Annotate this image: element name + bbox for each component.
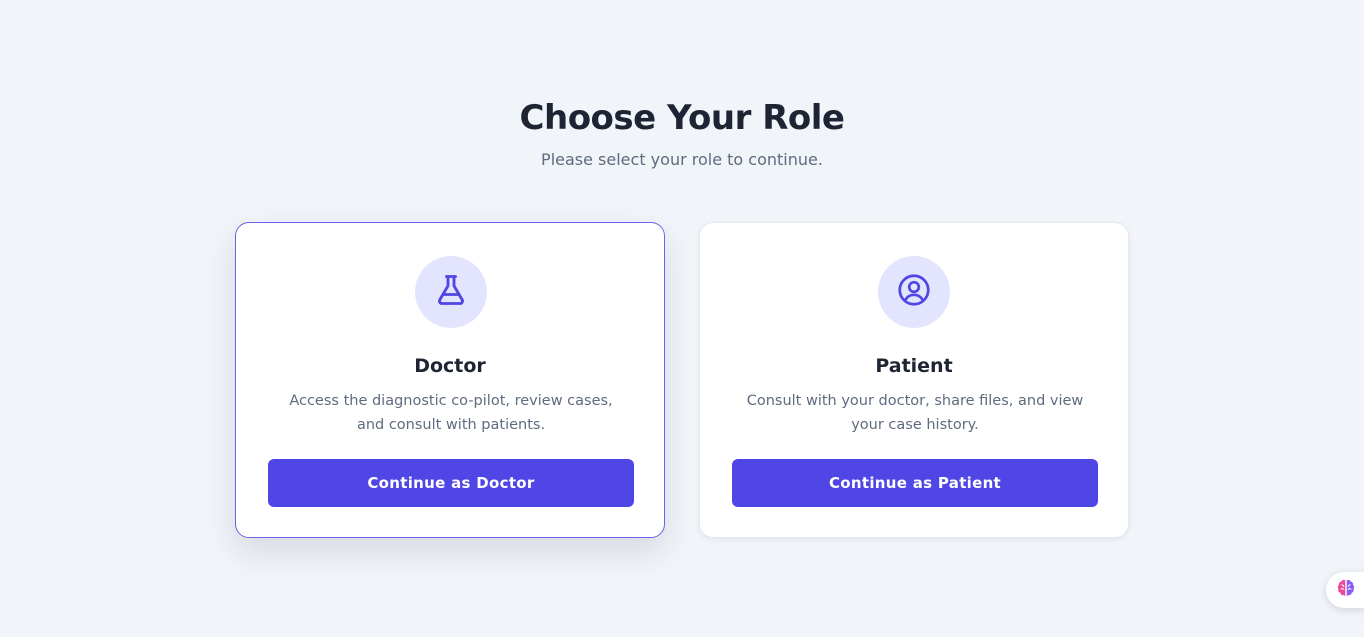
- role-icon-container: [878, 256, 950, 328]
- continue-as-patient-button[interactable]: Continue as Patient: [732, 459, 1098, 507]
- role-description: Consult with your doctor, share files, a…: [746, 393, 1084, 433]
- floating-assistant-button[interactable]: [1326, 572, 1364, 608]
- page-title: Choose Your Role: [519, 98, 845, 138]
- role-description: Access the diagnostic co-pilot, review c…: [289, 393, 613, 433]
- role-card-patient[interactable]: Patient Consult with your doctor, share …: [699, 222, 1129, 538]
- role-title: Doctor: [414, 355, 486, 377]
- role-title: Patient: [875, 355, 953, 377]
- brain-icon: [1335, 577, 1357, 603]
- flask-icon: [433, 272, 469, 312]
- page-subtitle: Please select your role to continue.: [541, 150, 823, 169]
- continue-as-doctor-button[interactable]: Continue as Doctor: [268, 459, 634, 507]
- role-selection-page: Choose Your Role Please select your role…: [0, 0, 1364, 637]
- role-card-doctor[interactable]: Doctor Access the diagnostic co-pilot, r…: [235, 222, 665, 538]
- role-icon-container: [415, 256, 487, 328]
- user-circle-icon: [896, 272, 932, 312]
